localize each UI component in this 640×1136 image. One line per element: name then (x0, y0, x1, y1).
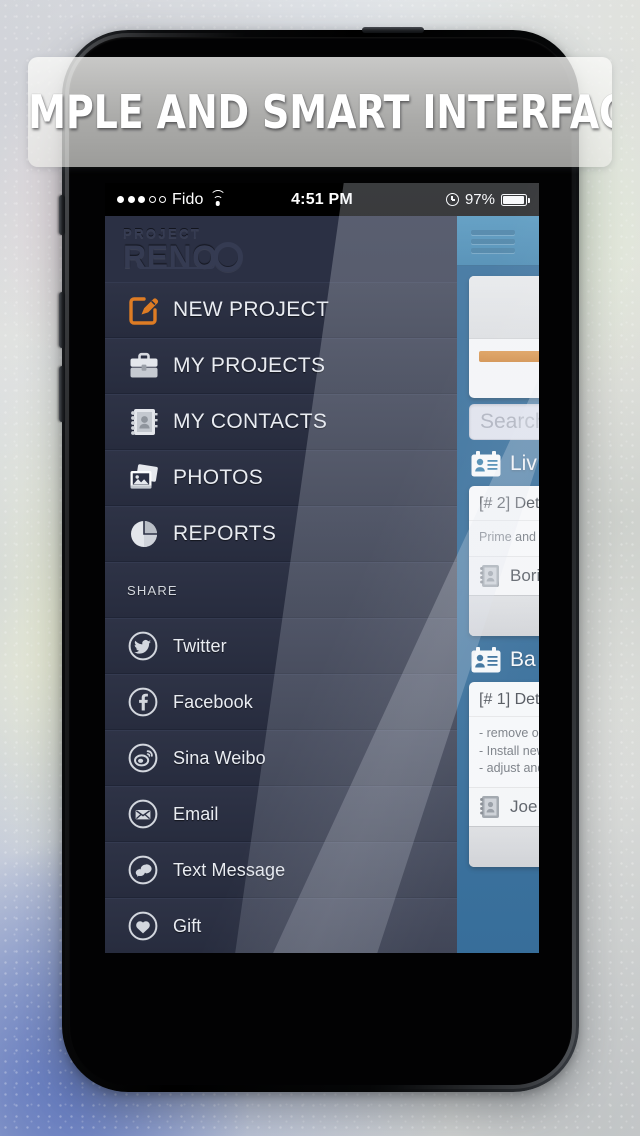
alarm-clock-icon (445, 193, 459, 206)
stat-card-header: 2 All (469, 276, 539, 339)
id-card-icon (471, 646, 501, 673)
menu-item-gift[interactable]: Gift (105, 898, 457, 953)
approved-label: Appro (479, 370, 539, 390)
envelope-icon (127, 798, 173, 830)
home-square-icon (299, 991, 342, 1034)
menu-item-my-projects[interactable]: MY PROJECTS (105, 338, 457, 394)
phone-device-mockup: Fido 4:51 PM 97% 2 All (59, 27, 579, 1092)
contact-name: Joe (510, 797, 538, 816)
logo-tape-ring-icon (213, 242, 244, 272)
menu-item-label: Sina Weibo (173, 747, 266, 768)
battery-percent: 97% (464, 191, 495, 208)
task-contact-row[interactable]: Joe (469, 787, 539, 826)
chat-bubble-icon (127, 854, 173, 886)
menu-item-label: MY CONTACTS (173, 410, 328, 433)
phone-screen: Fido 4:51 PM 97% 2 All (105, 183, 539, 953)
group-title: Ba (510, 647, 536, 671)
menu-item-my-contacts[interactable]: MY CONTACTS (105, 394, 457, 450)
hamburger-menu-icon[interactable] (471, 230, 515, 257)
menu-item-new-project[interactable]: NEW PROJECT (105, 282, 457, 338)
volume-up-button[interactable] (59, 292, 65, 348)
heart-icon (127, 910, 173, 942)
home-button[interactable] (271, 963, 370, 1062)
search-input[interactable]: Search (469, 404, 539, 440)
content-panel-body: 2 All Appro Search (457, 266, 539, 867)
menu-item-text-message[interactable]: Text Message (105, 842, 457, 898)
summary-stat-card[interactable]: 2 All Appro (469, 276, 539, 398)
pie-chart-icon (127, 517, 173, 551)
section-header-share: SHARE (105, 562, 457, 618)
menu-item-label: NEW PROJECT (173, 298, 330, 321)
menu-item-label: Twitter (173, 635, 227, 656)
task-description: - remove old - Install new - adjust and … (469, 717, 539, 787)
menu-item-photos[interactable]: PHOTOS (105, 450, 457, 506)
id-card-icon (471, 451, 501, 477)
power-button[interactable] (362, 27, 424, 33)
content-panel: 2 All Appro Search (457, 216, 539, 953)
task-line: - Install new (479, 743, 539, 758)
menu-item-email[interactable]: Email (105, 786, 457, 842)
menu-item-label: PHOTOS (173, 466, 264, 489)
menu-item-label: Facebook (173, 691, 253, 712)
menu-item-sina-weibo[interactable]: Sina Weibo (105, 730, 457, 786)
menu-item-label: Gift (173, 915, 202, 936)
task-title: [# 2] Deta (469, 486, 539, 521)
task-card[interactable]: [# 1] Deta - remove old - Install new - … (469, 681, 539, 867)
menu-item-facebook[interactable]: Facebook (105, 674, 457, 730)
briefcase-icon (127, 349, 173, 383)
search-placeholder: Search (480, 410, 539, 433)
status-bar-right: 97% (445, 191, 530, 208)
edit-square-icon (127, 293, 173, 327)
logo-tape-measure-icon (137, 260, 215, 269)
stat-count-label: All (469, 314, 539, 330)
stat-count: 2 (469, 282, 539, 312)
promo-banner: SIMPLE AND SMART INTERFACE (28, 57, 612, 167)
status-bar: Fido 4:51 PM 97% (105, 183, 539, 216)
task-description: Prime and pa (469, 521, 539, 556)
promo-banner-headline: SIMPLE AND SMART INTERFACE (28, 85, 612, 139)
sina-weibo-icon (127, 742, 173, 774)
stat-progress-wrap: Appro (469, 339, 539, 398)
menu-item-label: REPORTS (173, 522, 277, 545)
address-book-icon (480, 564, 499, 587)
silent-switch[interactable] (59, 195, 65, 235)
app-logo: PROJECT RENO (105, 216, 457, 282)
battery-icon (501, 193, 530, 206)
group-header: Ba (469, 636, 539, 682)
navigation-drawer: PROJECT RENO NEW PROJECT MY PROJECTS MY … (105, 216, 457, 953)
approve-button[interactable]: Appr (469, 594, 539, 636)
search-field-wrap: Search (469, 404, 539, 440)
task-line: Prime and pa (479, 530, 539, 544)
twitter-icon (127, 630, 173, 662)
contact-name: Boris (510, 565, 539, 585)
content-top-bar (457, 216, 539, 266)
task-line: - adjust and i (479, 761, 539, 776)
menu-item-label: Text Message (173, 859, 286, 880)
task-contact-row[interactable]: Boris (469, 555, 539, 595)
task-title: [# 1] Deta (469, 682, 539, 717)
photos-icon (127, 461, 173, 495)
drawer-menu: NEW PROJECT MY PROJECTS MY CONTACTS PHOT… (105, 282, 457, 953)
task-line: - remove old (479, 725, 539, 740)
menu-item-reports[interactable]: REPORTS (105, 506, 457, 562)
menu-item-label: Email (173, 803, 219, 824)
group-header: Liv (469, 440, 539, 486)
menu-item-twitter[interactable]: Twitter (105, 618, 457, 674)
group-title: Liv (510, 452, 537, 475)
address-book-icon (480, 796, 499, 818)
facebook-icon (127, 686, 173, 718)
menu-item-label: MY PROJECTS (173, 354, 326, 377)
approved-progress-bar (479, 351, 539, 362)
task-card[interactable]: [# 2] Deta Prime and pa (469, 486, 539, 636)
address-book-icon (127, 405, 173, 439)
approve-button[interactable]: Appr (469, 826, 539, 867)
volume-down-button[interactable] (59, 366, 65, 422)
